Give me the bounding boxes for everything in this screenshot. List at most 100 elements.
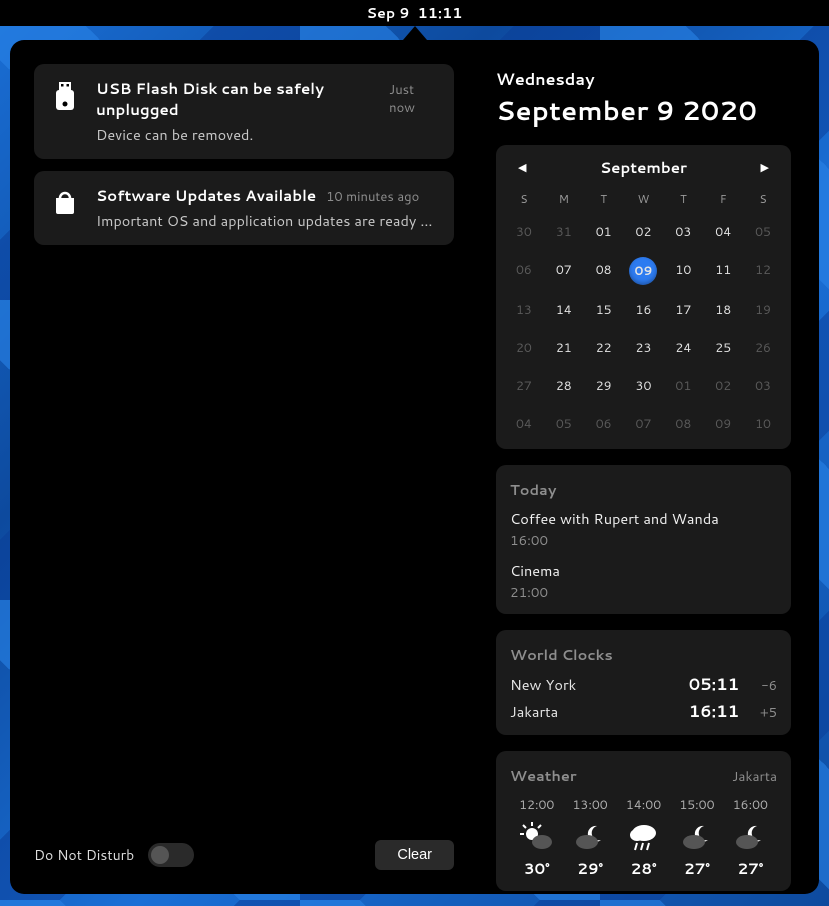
- event-item[interactable]: Cinema21:00: [510, 560, 777, 602]
- calendar-day[interactable]: 25: [703, 329, 743, 367]
- calendar-day[interactable]: 14: [544, 291, 584, 329]
- topbar-clock[interactable]: Sep 911:11: [366, 3, 462, 23]
- notification-title: USB Flash Disk can be safely unplugged: [96, 78, 379, 120]
- full-date-label: September 9 2020: [496, 93, 791, 129]
- world-clocks-heading: World Clocks: [510, 644, 777, 665]
- weather-card[interactable]: Weather Jakarta 12:0030°13:0029°14:0028°…: [496, 751, 791, 891]
- forecast-temp: 28°: [617, 858, 670, 879]
- clock-city: New York: [510, 674, 689, 695]
- forecast-hour: 12:00: [510, 796, 563, 814]
- calendar-day[interactable]: 02: [703, 367, 743, 405]
- calendar-day[interactable]: 05: [544, 405, 584, 443]
- calendar-day[interactable]: 27: [504, 367, 544, 405]
- calendar-day[interactable]: 03: [663, 213, 703, 251]
- calendar-day[interactable]: 05: [743, 213, 783, 251]
- clock-offset: +5: [747, 704, 777, 722]
- calendar-day[interactable]: 21: [544, 329, 584, 367]
- clock-city: Jakarta: [510, 701, 689, 722]
- calendar-day[interactable]: 07: [544, 251, 584, 291]
- calendar-day[interactable]: 10: [663, 251, 703, 291]
- calendar-day[interactable]: 08: [663, 405, 703, 443]
- calendar-weekday: M: [544, 183, 584, 213]
- dnd-toggle[interactable]: [148, 843, 194, 867]
- event-time: 16:00: [510, 531, 777, 550]
- forecast-column: 16:0027°: [724, 796, 777, 879]
- calendar-day[interactable]: 08: [584, 251, 624, 291]
- package-icon: [50, 185, 80, 215]
- calendar-day[interactable]: 20: [504, 329, 544, 367]
- calendar-weekday: W: [624, 183, 664, 213]
- world-clock-row[interactable]: Jakarta16:11 +5: [510, 700, 777, 723]
- calendar-day[interactable]: 02: [624, 213, 664, 251]
- dnd-label: Do Not Disturb: [34, 845, 134, 865]
- calendar-day[interactable]: 24: [663, 329, 703, 367]
- calendar-day[interactable]: 12: [743, 251, 783, 291]
- forecast-column: 14:0028°: [617, 796, 670, 879]
- calendar-day[interactable]: 29: [584, 367, 624, 405]
- calendar-day[interactable]: 30: [624, 367, 664, 405]
- weather-heading: Weather: [510, 765, 577, 786]
- notification[interactable]: Software Updates Available10 minutes ago…: [34, 171, 454, 245]
- calendar-day[interactable]: 28: [544, 367, 584, 405]
- forecast-temp: 27°: [670, 858, 723, 879]
- notifications-footer: Do Not Disturb Clear: [34, 840, 454, 870]
- topbar[interactable]: Sep 911:11: [0, 0, 829, 26]
- notification-desc: Important OS and application updates are…: [96, 210, 438, 231]
- calendar-weekday: S: [504, 183, 544, 213]
- mostly-cloudy-night-icon: [563, 820, 616, 854]
- calendar-day[interactable]: 26: [743, 329, 783, 367]
- calendar-day[interactable]: 01: [584, 213, 624, 251]
- calendar-day[interactable]: 01: [663, 367, 703, 405]
- world-clocks-card[interactable]: World Clocks New York05:11 -6 Jakarta16:11…: [496, 630, 791, 735]
- weekday-label: Wednesday: [496, 68, 791, 91]
- event-item[interactable]: Coffee with Rupert and Wanda 16:00: [510, 508, 777, 550]
- event-title: Coffee with Rupert and Wanda: [510, 508, 777, 529]
- calendar-day[interactable]: 06: [504, 251, 544, 291]
- calendar-month-label: September: [600, 157, 687, 178]
- calendar-day[interactable]: 30: [504, 213, 544, 251]
- event-title: Cinema: [510, 560, 777, 581]
- forecast-hour: 13:00: [563, 796, 616, 814]
- calendar-day[interactable]: 15: [584, 291, 624, 329]
- forecast-temp: 30°: [510, 858, 563, 879]
- calendar-day[interactable]: 04: [703, 213, 743, 251]
- calendar-weekday: F: [703, 183, 743, 213]
- calendar-day[interactable]: 22: [584, 329, 624, 367]
- notification-title: Software Updates Available: [96, 185, 316, 206]
- clock-offset: -6: [747, 677, 777, 695]
- forecast-hour: 15:00: [670, 796, 723, 814]
- clear-button[interactable]: Clear: [375, 840, 454, 870]
- calendar-day[interactable]: 17: [663, 291, 703, 329]
- forecast-temp: 29°: [563, 858, 616, 879]
- rain-icon: [617, 820, 670, 854]
- calendar-day[interactable]: 18: [703, 291, 743, 329]
- calendar-day[interactable]: 31: [544, 213, 584, 251]
- calendar-day[interactable]: 23: [624, 329, 664, 367]
- partly-sunny-icon: [510, 820, 563, 854]
- notification-desc: Device can be removed.: [96, 124, 438, 145]
- events-card[interactable]: Today Coffee with Rupert and Wanda16:00C…: [496, 465, 791, 614]
- forecast-column: 13:00 29°: [563, 796, 616, 879]
- calendar-day[interactable]: 09: [703, 405, 743, 443]
- calendar-day[interactable]: 13: [504, 291, 544, 329]
- datetime-panel: USB Flash Disk can be safely unpluggedJu…: [10, 40, 819, 894]
- calendar-day-today[interactable]: 09: [624, 251, 664, 291]
- forecast-row: 12:00 30° 13:00 29°14:0028°15:00 27°16:0027°: [510, 796, 777, 879]
- calendar-day[interactable]: 10: [743, 405, 783, 443]
- world-clock-row[interactable]: New York05:11 -6: [510, 673, 777, 696]
- forecast-column: 12:00 30°: [510, 796, 563, 879]
- calendar-day[interactable]: 07: [624, 405, 664, 443]
- calendar-day[interactable]: 19: [743, 291, 783, 329]
- next-month-button[interactable]: ▶: [755, 155, 775, 179]
- calendar-day[interactable]: 16: [624, 291, 664, 329]
- clock-time: 16:11: [689, 700, 739, 723]
- forecast-column: 15:00 27°: [670, 796, 723, 879]
- calendar-day[interactable]: 06: [584, 405, 624, 443]
- calendar-weekday: S: [743, 183, 783, 213]
- prev-month-button[interactable]: ◀: [512, 155, 532, 179]
- clock-time: 05:11: [689, 673, 739, 696]
- calendar-day[interactable]: 04: [504, 405, 544, 443]
- notification[interactable]: USB Flash Disk can be safely unpluggedJu…: [34, 64, 454, 159]
- calendar-day[interactable]: 11: [703, 251, 743, 291]
- calendar-day[interactable]: 03: [743, 367, 783, 405]
